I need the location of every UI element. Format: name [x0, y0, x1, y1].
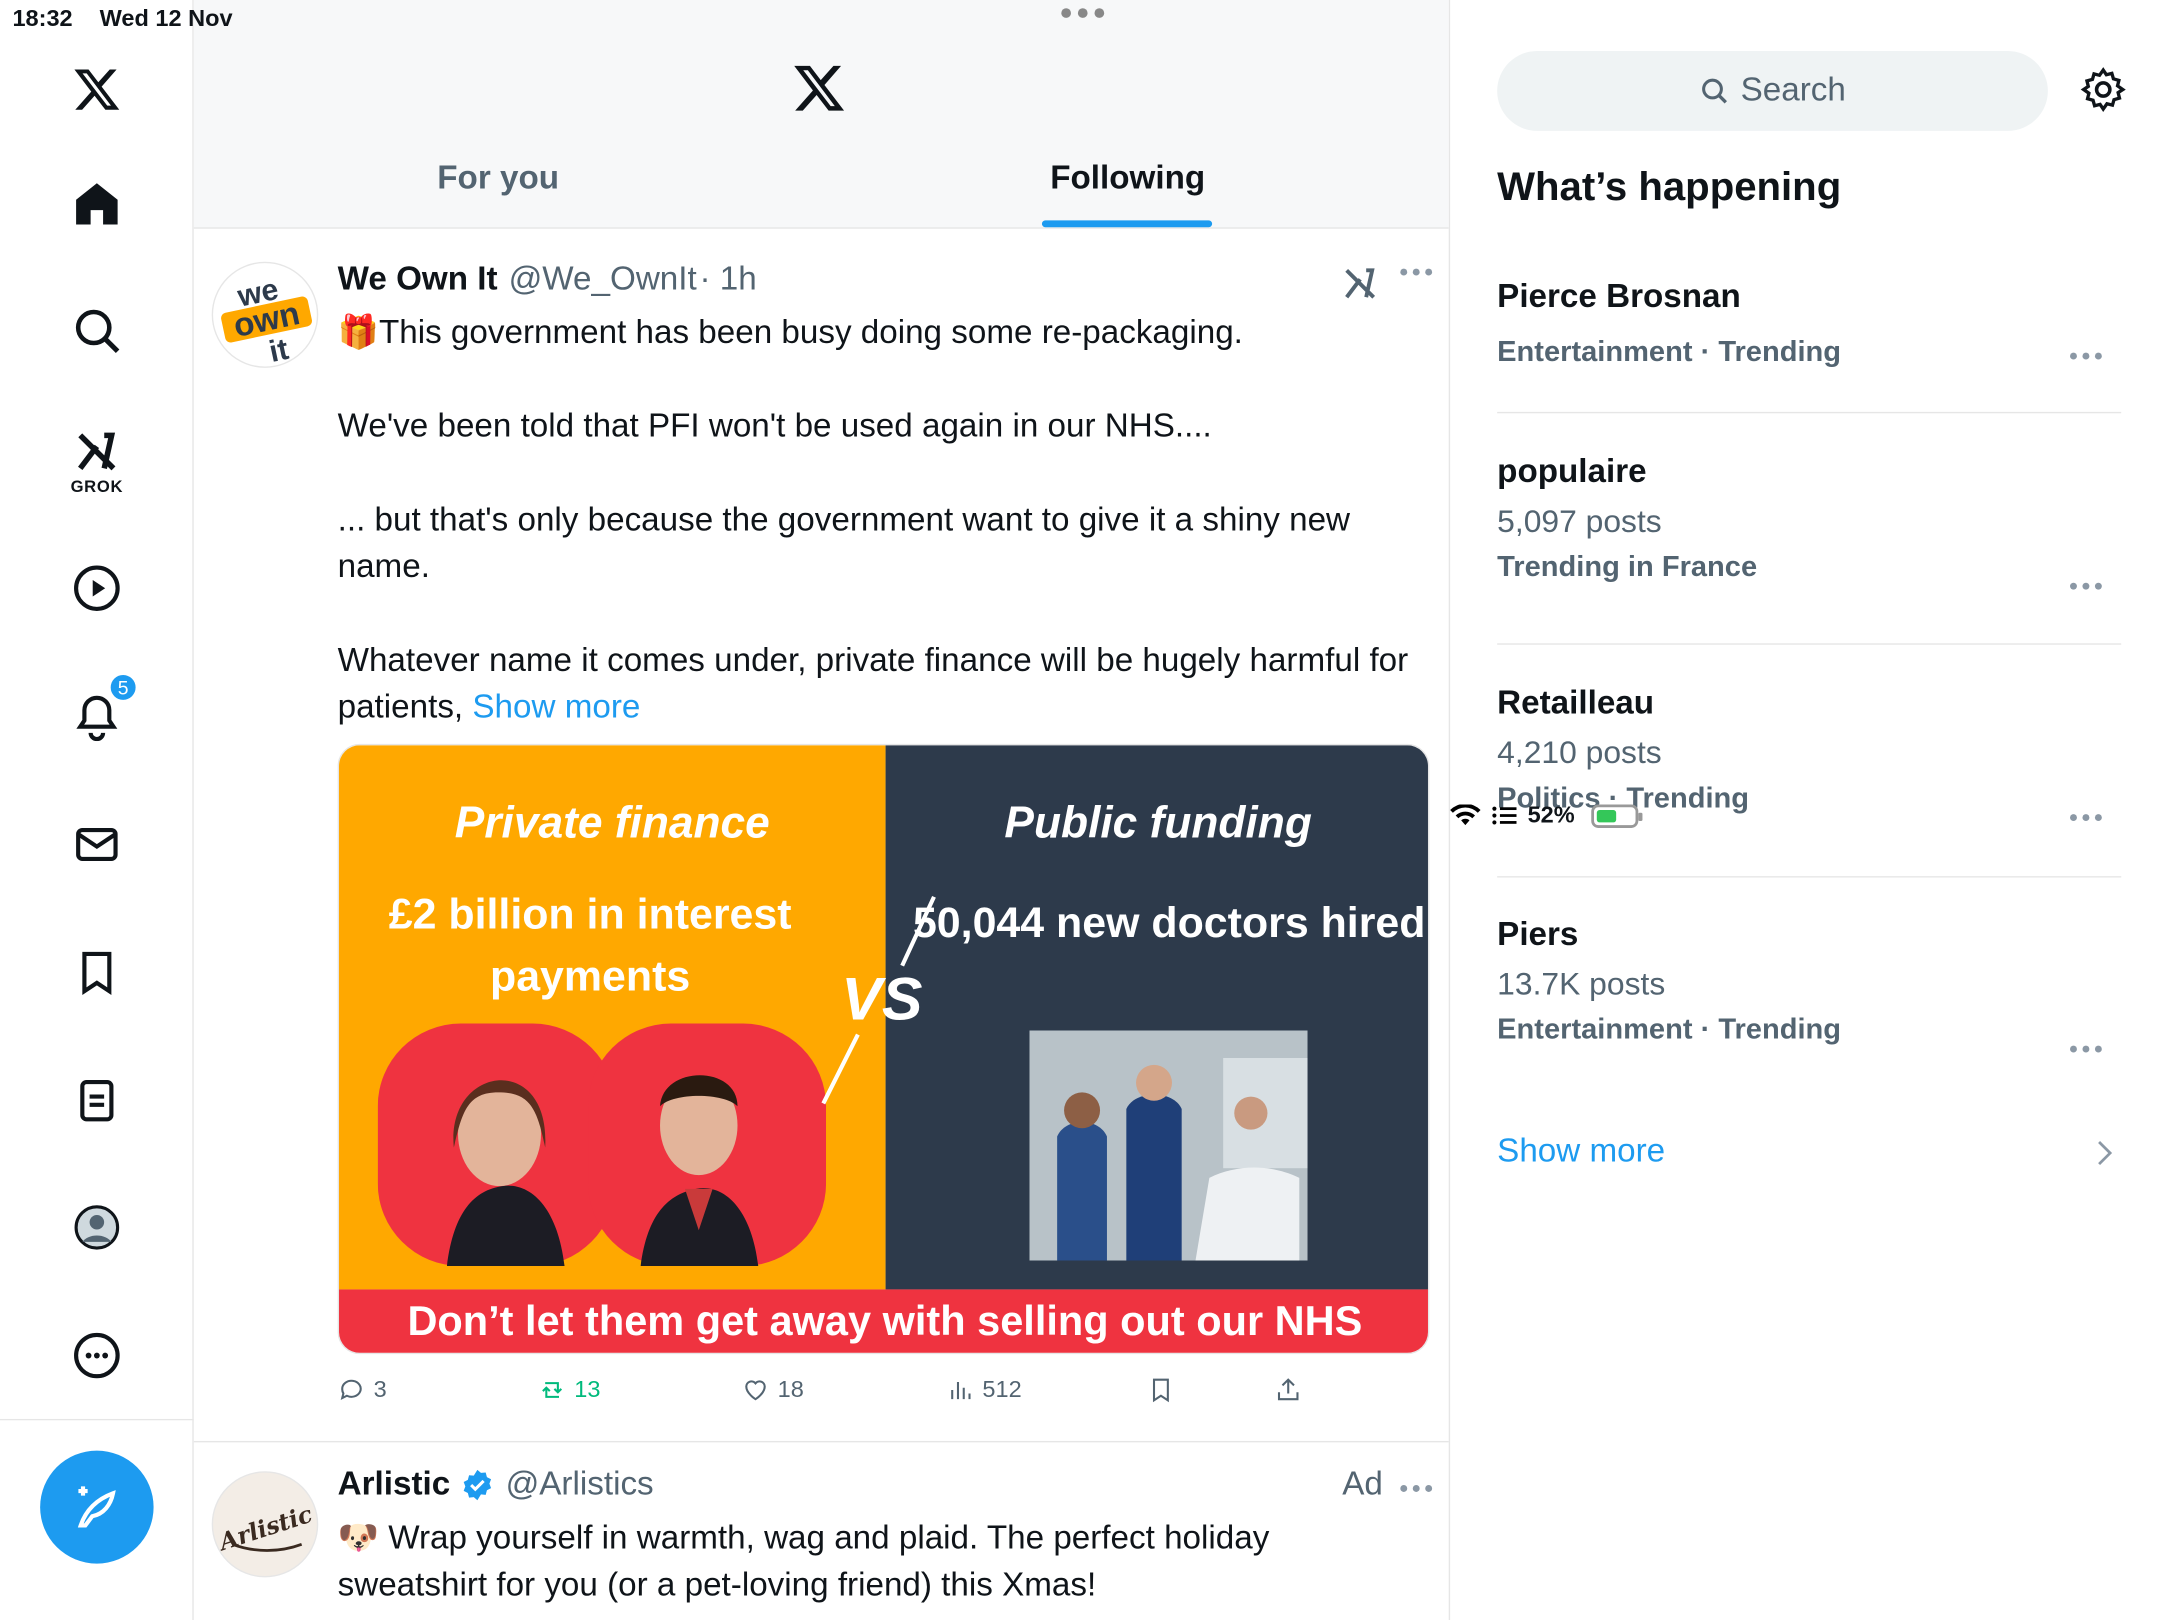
list-icon [1492, 806, 1517, 825]
post-actions: 3 13 18 512 [338, 1376, 1445, 1417]
grok-icon[interactable] [1342, 266, 1378, 302]
messages-icon[interactable] [69, 817, 124, 872]
multitask-dots-icon[interactable] [1061, 8, 1105, 18]
author-handle[interactable]: @We_OwnIt [509, 260, 697, 299]
author-handle[interactable]: @Arlistics [506, 1466, 654, 1505]
avatar[interactable]: Arlistic [211, 1471, 319, 1578]
media-right-title: Public funding [1004, 797, 1312, 848]
x-logo-icon[interactable] [69, 62, 124, 117]
vs-label: VS [841, 965, 923, 1034]
post[interactable]: Arlistic Arlistic @Arlistics Ad 🐶 Wrap y… [194, 1444, 1449, 1620]
views-count: 512 [982, 1376, 1022, 1403]
show-more-link[interactable]: Show more [472, 689, 640, 726]
status-date: Wed 12 Nov [99, 5, 233, 32]
post-time[interactable]: · 1h [700, 260, 757, 299]
search-icon[interactable] [69, 303, 124, 358]
battery-percent: 52% [1527, 801, 1575, 828]
verified-badge-icon [464, 1469, 492, 1501]
views-icon [951, 1381, 971, 1400]
post-body-text: 🎁This government has been busy doing som… [337, 314, 1409, 726]
x-logo-icon [794, 65, 845, 111]
tab-following[interactable]: Following [1010, 160, 1245, 199]
media-banner: Don’t let them get away with selling out… [339, 1289, 1428, 1353]
home-icon[interactable] [69, 176, 124, 231]
tab-for-you[interactable]: For you [374, 160, 623, 199]
arlistic-logo: Arlistic [214, 1500, 316, 1557]
post-body-text: 🐶 Wrap yourself in warmth, wag and plaid… [337, 1519, 1279, 1604]
post-image[interactable]: Private finance £2 billion in interest p… [337, 743, 1430, 1355]
post-more-icon[interactable] [1400, 268, 1433, 276]
post-text: 🎁This government has been busy doing som… [338, 310, 1417, 732]
media-right-panel: Public funding 50,044 new doctors hired [885, 745, 1428, 1290]
grok-label: GROK [70, 476, 124, 496]
media-left-panel: Private finance £2 billion in interest p… [339, 745, 886, 1290]
status-bar: 18:32 Wed 12 Nov 52% [0, 0, 2160, 828]
main-timeline: For you Following we own it We Own It @W… [193, 0, 1451, 1620]
share-button[interactable] [1274, 1376, 1302, 1404]
media-left-title: Private finance [454, 797, 770, 848]
bookmark-icon [1152, 1378, 1169, 1403]
heart-icon [745, 1380, 766, 1401]
status-time: 18:32 [12, 5, 73, 32]
media-left-sub: £2 billion in interest payments [388, 889, 792, 1001]
post-header: We Own It @We_OwnIt · 1h [338, 260, 757, 299]
compose-post-button[interactable] [40, 1450, 154, 1564]
repost-count: 13 [574, 1376, 601, 1403]
author-name[interactable]: We Own It [338, 260, 498, 299]
doctors-photo [1029, 1030, 1308, 1261]
views-button[interactable]: 512 [946, 1376, 1022, 1404]
we-own-it-logo: we own it [221, 273, 312, 368]
more-options-icon[interactable] [69, 1328, 124, 1383]
politicians-photo [377, 1023, 827, 1267]
avatar[interactable]: we own it [211, 261, 319, 368]
profile-icon[interactable] [69, 1200, 124, 1255]
like-button[interactable]: 18 [742, 1376, 804, 1404]
media-right-sub: 50,044 new doctors hired [912, 898, 1426, 947]
bookmarks-icon[interactable] [69, 945, 124, 1000]
video-icon[interactable] [69, 561, 124, 616]
active-tab-indicator [1041, 220, 1213, 228]
reply-count: 3 [373, 1376, 387, 1403]
wifi-icon [1450, 804, 1481, 826]
notifications-badge: 5 [107, 672, 139, 703]
share-icon [1277, 1378, 1299, 1401]
bookmark-button[interactable] [1147, 1376, 1175, 1404]
post-text: 🐶 Wrap yourself in warmth, wag and plaid… [338, 1515, 1417, 1609]
repost-button[interactable]: 13 [538, 1376, 600, 1404]
author-name[interactable]: Arlistic [338, 1466, 451, 1505]
reply-icon [340, 1379, 362, 1400]
post-more-icon[interactable] [1400, 1485, 1433, 1492]
left-sidebar: GROK 5 [0, 0, 194, 1620]
battery-icon [1591, 803, 1643, 828]
grok-icon[interactable]: GROK [69, 427, 124, 499]
sidebar-divider [0, 1418, 194, 1421]
post[interactable]: we own it We Own It @We_OwnIt · 1h 🎁This… [193, 238, 1449, 1443]
lists-icon[interactable] [69, 1073, 124, 1128]
svg-text:Arlistic: Arlistic [214, 1500, 316, 1557]
post-header: Arlistic @Arlistics [338, 1466, 654, 1505]
like-count: 18 [777, 1376, 804, 1403]
reply-button[interactable]: 3 [338, 1376, 387, 1404]
compose-feather-icon [77, 1486, 116, 1528]
svg-text:it: it [266, 333, 291, 368]
status-right: 52% [1450, 6, 2160, 1620]
notifications-icon[interactable]: 5 [69, 672, 139, 744]
repost-icon [542, 1382, 563, 1398]
ad-label: Ad [1342, 1465, 1383, 1503]
